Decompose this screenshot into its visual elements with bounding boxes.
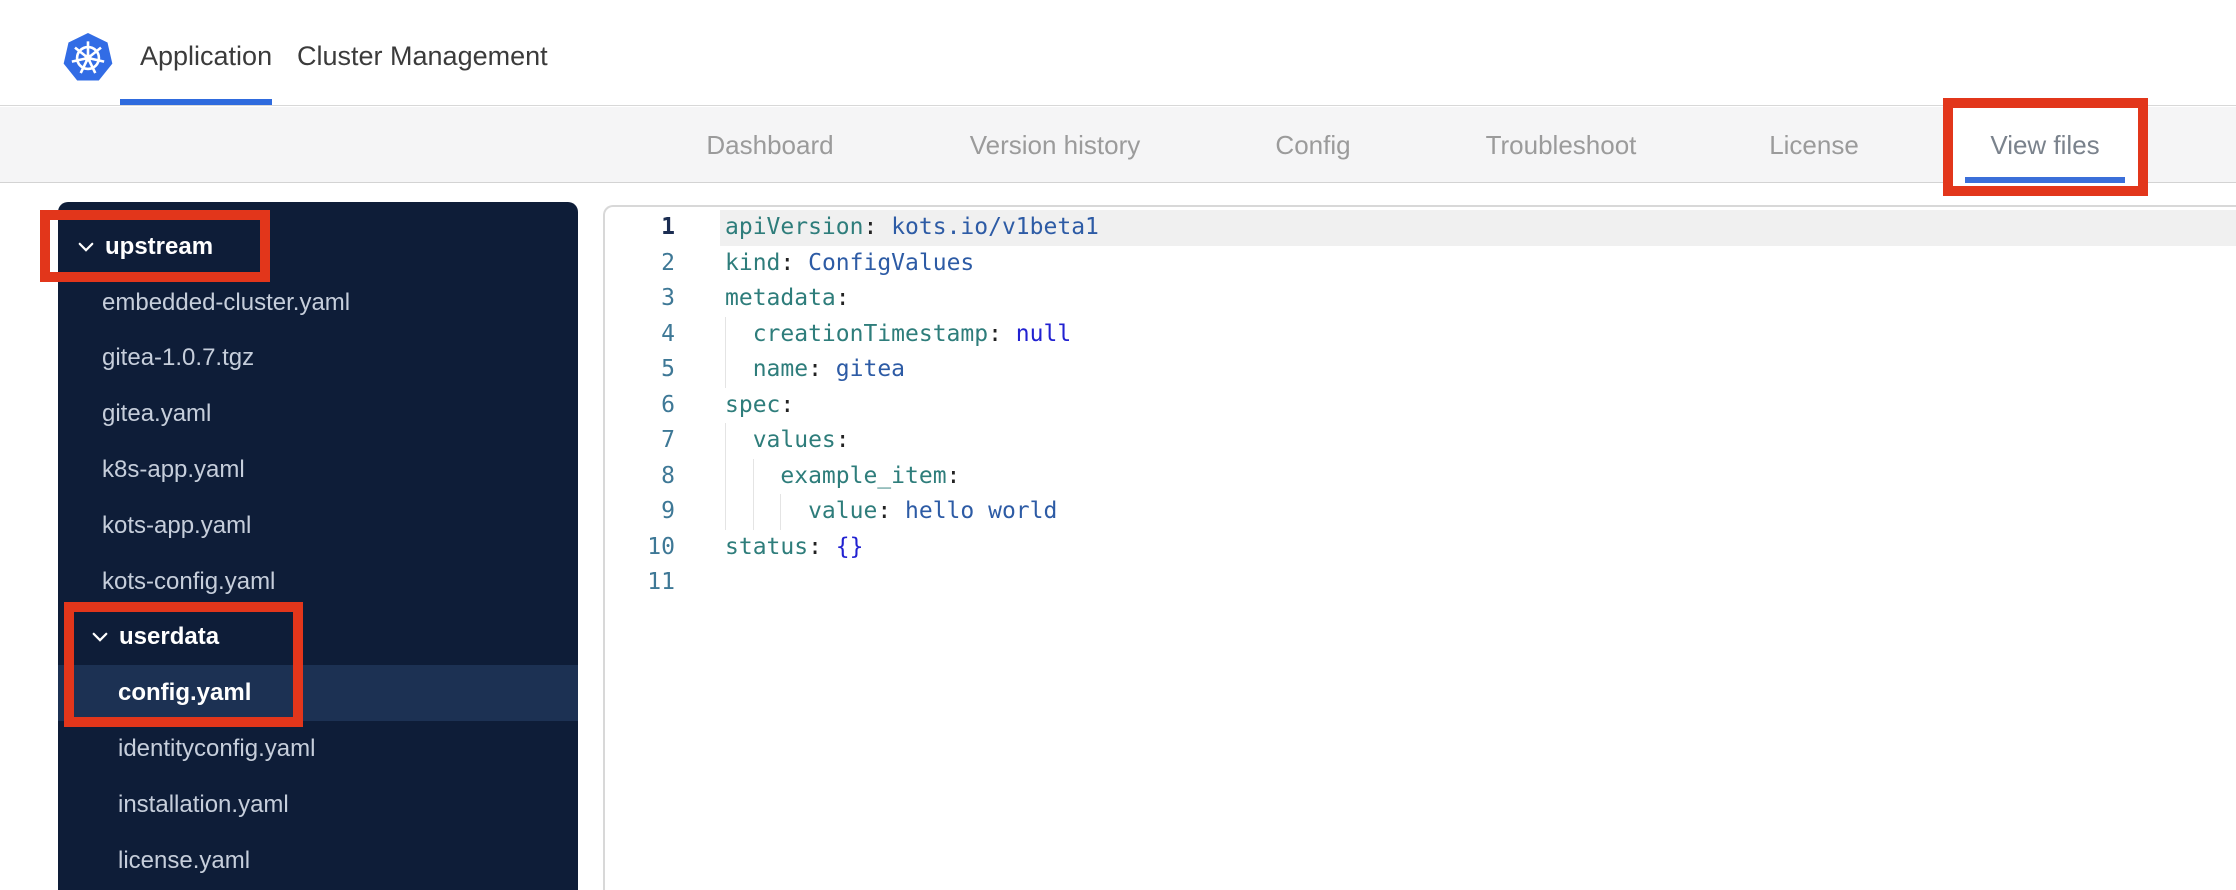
tree-item-upstream[interactable]: upstream xyxy=(58,219,578,275)
indent-guide xyxy=(725,494,753,530)
subnav-tab-license[interactable]: License xyxy=(1769,107,1859,183)
code-line-6[interactable]: 6 spec: xyxy=(605,388,2236,424)
chevron-down-icon xyxy=(78,242,94,252)
app-header: Application Cluster Management xyxy=(0,8,2236,106)
indent-guide xyxy=(725,316,753,352)
line-number: 4 xyxy=(661,320,675,347)
code-text: creationTimestamp: null xyxy=(675,316,1071,352)
line-number: 1 xyxy=(661,214,675,240)
code-text: spec: xyxy=(725,391,795,418)
code-text: value: hello world xyxy=(675,494,1057,530)
tree-item-config-yaml[interactable]: config.yaml xyxy=(58,665,578,722)
code-text: apiVersion: kots.io/v1beta1 xyxy=(725,214,1099,240)
kubernetes-logo-icon xyxy=(63,33,113,81)
code-line-11[interactable]: 11 xyxy=(605,565,2236,601)
code-text: metadata: xyxy=(725,285,850,311)
chevron-down-icon xyxy=(92,633,108,643)
file-label: gitea-1.0.7.tgz xyxy=(102,344,255,372)
file-label: k8s-app.yaml xyxy=(102,456,245,484)
file-label: kots-config.yaml xyxy=(102,567,276,595)
subnav-tab-config[interactable]: Config xyxy=(1275,107,1350,183)
line-number: 11 xyxy=(647,569,675,595)
line-number: 9 xyxy=(661,498,675,524)
code-line-1[interactable]: 1 apiVersion: kots.io/v1beta1 xyxy=(605,210,2236,246)
code-text: kind: ConfigValues xyxy=(725,249,975,276)
tree-item-k8s-app-yaml[interactable]: k8s-app.yaml xyxy=(58,442,578,498)
indent-guide xyxy=(752,494,781,530)
code-text: example_item: xyxy=(675,458,960,494)
indent-guide xyxy=(725,458,753,494)
line-number: 6 xyxy=(661,391,675,418)
code-line-8[interactable]: 8 example_item: xyxy=(605,458,2236,494)
tree-item-kots-app-yaml[interactable]: kots-app.yaml xyxy=(58,498,578,554)
code-line-4[interactable]: 4 creationTimestamp: null xyxy=(605,316,2236,352)
tree-item-gitea-1-0-7-tgz[interactable]: gitea-1.0.7.tgz xyxy=(58,331,578,387)
app-subnav: Dashboard Version history Config Troublesho… xyxy=(0,107,2236,186)
indent-guide xyxy=(725,423,753,459)
subnav-tab-dashboard[interactable]: Dashboard xyxy=(706,107,833,183)
tree-item-installation-yaml[interactable]: installation.yaml xyxy=(58,777,578,833)
code-text xyxy=(675,565,725,601)
line-number: 7 xyxy=(661,427,675,453)
file-label: config.yaml xyxy=(118,679,252,707)
file-label: gitea.yaml xyxy=(102,400,212,428)
file-label: license.yaml xyxy=(118,846,251,874)
header-tab-cluster-management[interactable]: Cluster Management xyxy=(297,8,548,105)
view-files-tab-underline xyxy=(1965,177,2125,183)
folder-label: userdata xyxy=(119,623,220,651)
subnav-tab-view-files[interactable]: View files xyxy=(1990,107,2099,183)
tree-item-license-yaml[interactable]: license.yaml xyxy=(58,833,578,889)
tree-item-identityconfig-yaml[interactable]: identityconfig.yaml xyxy=(58,721,578,777)
code-line-5[interactable]: 5 name: gitea xyxy=(605,352,2236,388)
folder-label: upstream xyxy=(105,232,214,260)
tree-item-embedded-cluster-yaml[interactable]: embedded-cluster.yaml xyxy=(58,275,578,331)
tree-item-userdata[interactable]: userdata xyxy=(58,610,578,666)
file-label: kots-app.yaml xyxy=(102,511,252,539)
indent-guide xyxy=(752,458,781,494)
file-label: installation.yaml xyxy=(118,790,289,818)
code-line-2[interactable]: 2 kind: ConfigValues xyxy=(605,246,2236,282)
application-tab-underline xyxy=(120,99,272,105)
code-text: name: gitea xyxy=(675,352,905,388)
indent-guide xyxy=(780,494,808,530)
line-number: 5 xyxy=(661,356,675,382)
line-number: 10 xyxy=(647,533,675,560)
line-number: 3 xyxy=(661,285,675,311)
file-label: embedded-cluster.yaml xyxy=(102,288,351,316)
line-number: 8 xyxy=(661,462,675,489)
code-line-3[interactable]: 3 metadata: xyxy=(605,281,2236,317)
code-line-9[interactable]: 9 value: hello world xyxy=(605,494,2236,530)
code-text: status: {} xyxy=(725,533,864,560)
code-text: values: xyxy=(675,423,850,459)
subnav-tab-troubleshoot[interactable]: Troubleshoot xyxy=(1486,107,1637,183)
file-label: identityconfig.yaml xyxy=(118,735,316,763)
indent-guide xyxy=(725,352,753,388)
tree-item-gitea-yaml[interactable]: gitea.yaml xyxy=(58,386,578,442)
tree-item-kots-config-yaml[interactable]: kots-config.yaml xyxy=(58,554,578,610)
code-line-7[interactable]: 7 values: xyxy=(605,423,2236,459)
yaml-file-viewer[interactable]: 1 apiVersion: kots.io/v1beta1 2 kind: Confi… xyxy=(603,205,2236,890)
subnav-tab-version-history[interactable]: Version history xyxy=(970,107,1141,183)
code-line-10[interactable]: 10 status: {} xyxy=(605,530,2236,566)
header-tab-application[interactable]: Application xyxy=(140,8,272,105)
file-tree-sidebar: upstream embedded-cluster.yaml gitea-1.0.7… xyxy=(58,202,578,890)
line-number: 2 xyxy=(661,249,675,276)
